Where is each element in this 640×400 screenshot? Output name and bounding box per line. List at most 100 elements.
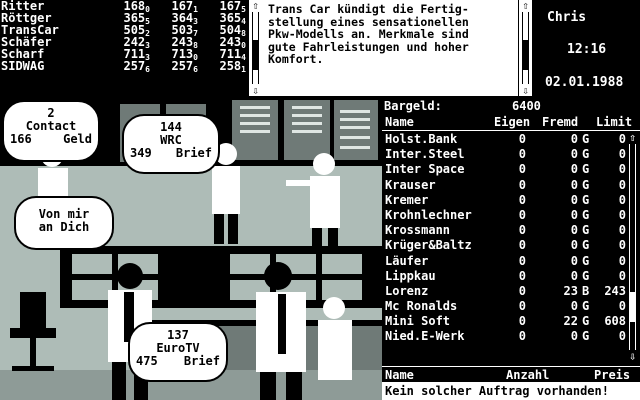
clock-panel: Chris 12:16 02.01.1988: [533, 0, 640, 96]
scroll-down-icon[interactable]: ⇩: [627, 351, 638, 362]
company-name: Läufer: [385, 253, 429, 268]
price-limit: 608: [604, 314, 626, 329]
foreign-shares: 22: [563, 314, 578, 329]
list-scrollbar[interactable]: ⇧ ⇩: [626, 132, 640, 362]
bubble-kind: Brief: [175, 146, 212, 160]
list-item[interactable]: Lorenz 0 23 B 243: [382, 284, 626, 299]
list-item[interactable]: Lippkau 0 0 G 0: [382, 269, 626, 284]
price-fraction: 6: [193, 65, 198, 74]
company-name: Lorenz: [385, 283, 429, 298]
list-item[interactable]: Mc Ronalds 0 0 G 0: [382, 299, 626, 314]
foreign-shares: 0: [570, 329, 578, 344]
price-limit: 0: [618, 329, 626, 344]
bubble-wrc[interactable]: 144 WRC 349 Brief: [122, 114, 220, 174]
stock-ticker: Ritter 1680 1671 1675 Röttger 3655 3643 3654 Tra…: [0, 0, 248, 96]
foreign-shares: 0: [570, 223, 578, 238]
ticker-price-2: 2576: [150, 59, 198, 74]
price-fraction: 2: [145, 29, 150, 38]
foreign-shares: 0: [570, 299, 578, 314]
clock-time: 12:16: [567, 42, 607, 57]
company-name: Inter.Steel: [385, 147, 465, 162]
scroll-thumb[interactable]: [522, 40, 529, 70]
scroll-up-icon[interactable]: ⇧: [520, 0, 531, 11]
share-status: G: [582, 329, 590, 344]
ticker-scrollbar[interactable]: ⇧ ⇩: [248, 0, 262, 96]
list-item[interactable]: Holst.Bank 0 0 G 0: [382, 132, 626, 147]
bubble-contact[interactable]: 2 Contact 166 Geld: [2, 100, 100, 162]
price-limit: 0: [618, 177, 626, 192]
list-item[interactable]: Inter Space 0 0 G 0: [382, 162, 626, 177]
price-fraction: 4: [241, 53, 246, 62]
company-name: Kremer: [385, 192, 429, 207]
price-limit: 0: [618, 132, 626, 146]
price-value: 257: [171, 59, 194, 73]
status-message: Kein solcher Auftrag vorhanden!: [382, 382, 640, 400]
foreign-shares: 0: [570, 268, 578, 283]
trading-floor-scene[interactable]: 2 Contact 166 Geld 144 WRC 349 Brief Von…: [0, 96, 382, 400]
scroll-thumb[interactable]: [252, 40, 259, 70]
bubble-von-mir[interactable]: Von mir an Dich: [14, 196, 114, 250]
company-name: Inter Space: [385, 162, 465, 177]
bubble-line2: an Dich: [38, 220, 90, 234]
list-item[interactable]: Krossmann 0 0 G 0: [382, 223, 626, 238]
price-limit: 0: [618, 192, 626, 207]
news-line: Pkw-Modells an. Merkmale sind: [268, 27, 469, 41]
price-limit: 243: [604, 283, 626, 298]
cash-value: 6400: [512, 99, 541, 113]
cash-label: Bargeld:: [384, 99, 442, 113]
order-header-qty: Anzahl: [506, 368, 550, 382]
news-scrollbar[interactable]: ⇧ ⇩: [518, 0, 532, 96]
share-status: G: [582, 314, 590, 329]
player-name: Chris: [547, 10, 587, 25]
bubble-eurotv[interactable]: 137 EuroTV 475 Brief: [128, 322, 228, 382]
bubble-amount: 166: [10, 132, 32, 146]
price-fraction: 3: [145, 41, 150, 50]
price-fraction: 4: [241, 17, 246, 26]
share-status: G: [582, 147, 590, 162]
own-shares: 0: [518, 299, 526, 314]
header-name: Name: [385, 115, 414, 129]
foreign-shares: 0: [570, 192, 578, 207]
price-fraction: 0: [145, 5, 150, 14]
list-item[interactable]: Krüger&Baltz 0 0 G 0: [382, 238, 626, 253]
news-line: Komfort.: [268, 52, 324, 66]
price-limit: 0: [618, 238, 626, 253]
list-item[interactable]: Mini Soft 0 22 G 608: [382, 314, 626, 329]
company-name: Nied.E-Werk: [385, 329, 465, 344]
share-status: G: [582, 207, 590, 222]
clock-date: 02.01.1988: [545, 75, 624, 90]
company-name: Mc Ronalds: [385, 299, 458, 314]
ticker-name: SIDWAG: [1, 59, 45, 73]
list-item[interactable]: Inter.Steel 0 0 G 0: [382, 147, 626, 162]
own-shares: 0: [518, 283, 526, 298]
list-item[interactable]: Krohnlechner 0 0 G 0: [382, 208, 626, 223]
scroll-up-icon[interactable]: ⇧: [627, 132, 638, 143]
order-header-name: Name: [385, 368, 414, 382]
scroll-down-icon[interactable]: ⇩: [520, 85, 531, 96]
list-item[interactable]: Läufer 0 0 G 0: [382, 254, 626, 269]
bubble-amount: 475: [136, 354, 158, 368]
company-name: Krossmann: [385, 223, 451, 238]
own-shares: 0: [518, 147, 526, 162]
share-status: G: [582, 132, 590, 146]
scroll-up-icon[interactable]: ⇧: [250, 0, 261, 11]
scroll-thumb[interactable]: [629, 292, 636, 322]
price-fraction: 0: [241, 41, 246, 50]
ticker-row[interactable]: SIDWAG 2576 2576 2581: [0, 59, 248, 74]
list-item[interactable]: Nied.E-Werk 0 0 G 0: [382, 329, 626, 344]
foreign-shares: 0: [570, 132, 578, 146]
stock-list[interactable]: Holst.Bank 0 0 G 0 Inter.Steel 0 0 G 0 Inter Space…: [382, 132, 626, 362]
ticker-price-1: 2576: [102, 60, 150, 74]
own-shares: 0: [518, 268, 526, 283]
foreign-shares: 0: [570, 207, 578, 222]
scroll-down-icon[interactable]: ⇩: [250, 85, 261, 96]
own-shares: 0: [518, 314, 526, 329]
cash-row: Bargeld: 6400: [384, 99, 541, 113]
foreign-shares: 0: [570, 253, 578, 268]
list-item[interactable]: Kremer 0 0 G 0: [382, 193, 626, 208]
list-item[interactable]: Krauser 0 0 G 0: [382, 178, 626, 193]
price-limit: 0: [618, 253, 626, 268]
own-shares: 0: [518, 192, 526, 207]
portfolio-panel: Bargeld: 6400 Name Eigen Fremd Limit Hol…: [382, 96, 640, 400]
share-status: G: [582, 253, 590, 268]
